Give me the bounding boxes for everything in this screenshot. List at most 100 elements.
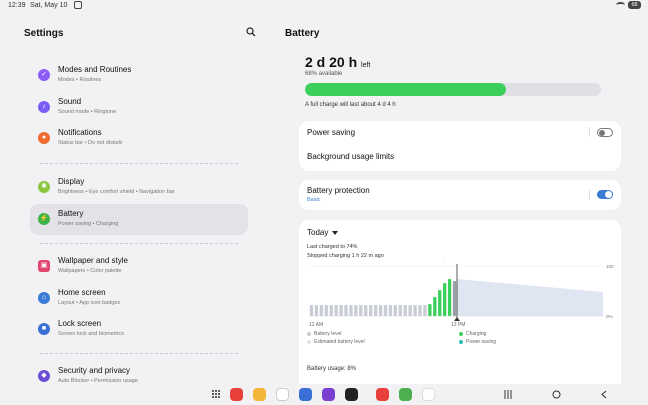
- sidebar-item-wallpaper[interactable]: ▣ Wallpaper and style Wallpapers • Color…: [30, 251, 248, 283]
- toggle-knob: [605, 191, 612, 198]
- status-time: 12:39: [8, 2, 26, 9]
- divider: [40, 163, 238, 164]
- chart-bar: [443, 283, 447, 316]
- battery-protection-label: Battery protection: [307, 186, 370, 195]
- power-saving-toggle[interactable]: [597, 128, 613, 137]
- home-nav-icon[interactable]: [552, 390, 561, 399]
- usage-card: Today Last charged to 74% Stopped chargi…: [299, 220, 621, 384]
- time-remaining: 2 d 20 h left: [305, 54, 370, 70]
- item-label: Notifications: [58, 128, 102, 137]
- chart-bar: [373, 305, 378, 316]
- sidebar-item-modes-routines[interactable]: ✓ Modes and Routines Modes • Routines: [30, 60, 248, 92]
- item-label: Security and privacy: [58, 366, 131, 375]
- lock-icon: ■: [38, 323, 50, 335]
- chart-bar: [428, 304, 432, 316]
- toggle-knob: [599, 129, 605, 136]
- settings-group-1: ✓ Modes and Routines Modes • Routines ♪ …: [30, 60, 248, 155]
- item-subtitle: Power saving • Charging: [58, 220, 119, 227]
- camera-app-icon[interactable]: [345, 388, 358, 401]
- power-saving-row[interactable]: Power saving: [299, 121, 621, 144]
- item-subtitle: Wallpapers • Color palette: [58, 268, 122, 274]
- battery-usage-total: Battery usage: 8%: [307, 366, 357, 372]
- calendar-app-icon[interactable]: [276, 388, 289, 401]
- item-label: Display: [58, 177, 85, 186]
- sidebar-item-battery[interactable]: ⚡ Battery Power saving • Charging: [30, 203, 248, 235]
- app-icon-blue[interactable]: [299, 388, 312, 401]
- item-label: Sound: [58, 96, 82, 106]
- home-icon: ⌂: [38, 291, 50, 304]
- background-limits-row[interactable]: Background usage limits: [299, 144, 621, 171]
- chart-bar: [433, 297, 437, 316]
- item-label: Battery: [58, 208, 84, 218]
- sidebar-item-security-privacy[interactable]: ◆ Security and privacy Auto Blocker • Pe…: [30, 361, 248, 384]
- back-icon[interactable]: [600, 390, 608, 399]
- full-charge-estimate: A full charge will last about 4 d 4 h: [305, 102, 396, 108]
- power-card: Power saving Background usage limits: [299, 121, 621, 171]
- settings-group-3: ▣ Wallpaper and style Wallpapers • Color…: [30, 251, 248, 346]
- chart-bar: [408, 305, 412, 316]
- battery-protection-mode: Basic: [307, 197, 321, 203]
- search-icon[interactable]: [246, 27, 256, 37]
- chart-bar: [319, 305, 323, 316]
- item-label: Modes and Routines: [58, 65, 132, 74]
- recents-icon[interactable]: [503, 390, 513, 399]
- period-label: Today: [307, 228, 329, 237]
- sidebar-item-notifications[interactable]: ● Notifications Status bar • Do not dist…: [30, 123, 248, 155]
- legend-estimated: Estimated battery level: [307, 339, 365, 345]
- charge-marker-label: ⚡74: [442, 262, 453, 264]
- apps-grid-icon[interactable]: [211, 389, 221, 399]
- sidebar-item-sound[interactable]: ♪ Sound Sound mode • Ringtone: [30, 92, 248, 124]
- wifi-icon: [616, 2, 625, 8]
- now-marker-arrow: [454, 317, 460, 321]
- chart-bar: [354, 305, 358, 316]
- sidebar-item-home-screen[interactable]: ⌂ Home screen Layout • App icon badges: [30, 283, 248, 315]
- screenshot-icon: [74, 1, 82, 9]
- chart-bar: [339, 305, 343, 316]
- divider: [40, 353, 238, 354]
- battery-level-bar: [305, 83, 601, 96]
- item-subtitle: Modes • Routines: [58, 77, 102, 83]
- chart-bar: [423, 305, 427, 316]
- chart-bar: [403, 305, 407, 316]
- estimated-area: [457, 279, 603, 316]
- protection-card[interactable]: Battery protection Basic: [299, 180, 621, 210]
- sidebar-item-lock-screen[interactable]: ■ Lock screen Screen lock and biometrics: [30, 314, 248, 346]
- app-icon-red[interactable]: [230, 388, 243, 401]
- app-icon-green[interactable]: [399, 388, 412, 401]
- chart-bar: [369, 305, 373, 316]
- legend-dot-charging: [459, 331, 463, 336]
- last-charged: Last charged to 74%: [307, 244, 358, 250]
- chart-bar: [309, 305, 314, 316]
- sidebar-item-display[interactable]: ✺ Display Brightness • Eye comfort shiel…: [30, 172, 248, 204]
- legend-dot-estimated: [307, 339, 311, 344]
- sound-icon: ♪: [38, 100, 50, 113]
- battery-icon: ⚡: [38, 212, 50, 225]
- chart-bar: [447, 279, 452, 316]
- app-icon-notes[interactable]: [253, 388, 266, 401]
- separator: [589, 190, 590, 200]
- x-tick-label: 12 AM: [309, 322, 323, 328]
- stopped-charging: Stopped charging 1 h 22 m ago: [307, 253, 384, 259]
- y-tick-label: 0%: [606, 314, 613, 319]
- time-remaining-value: 2 d 20 h: [305, 54, 358, 70]
- app-icon-purple[interactable]: [322, 388, 335, 401]
- item-label: Home screen: [58, 287, 106, 297]
- legend-dot-power-saving: [459, 339, 463, 344]
- y-tick-label: 100: [606, 264, 614, 269]
- caret-down-icon: [332, 230, 339, 235]
- chart-bar: [344, 305, 348, 316]
- chart-bar: [452, 281, 457, 316]
- legend-label: Estimated battery level: [314, 339, 365, 345]
- sun-icon: ✺: [38, 181, 50, 193]
- chart-bar: [334, 305, 338, 316]
- chart-bar: [393, 305, 397, 316]
- chart-bar: [359, 305, 363, 316]
- play-store-icon[interactable]: [422, 388, 435, 401]
- battery-protection-toggle[interactable]: [597, 190, 613, 199]
- item-subtitle: Screen lock and biometrics: [58, 331, 125, 337]
- chart-bar: [383, 305, 388, 316]
- youtube-app-icon[interactable]: [376, 388, 389, 401]
- period-dropdown[interactable]: Today: [307, 228, 339, 237]
- page-title: Battery: [285, 28, 320, 39]
- chart-bar: [398, 305, 402, 316]
